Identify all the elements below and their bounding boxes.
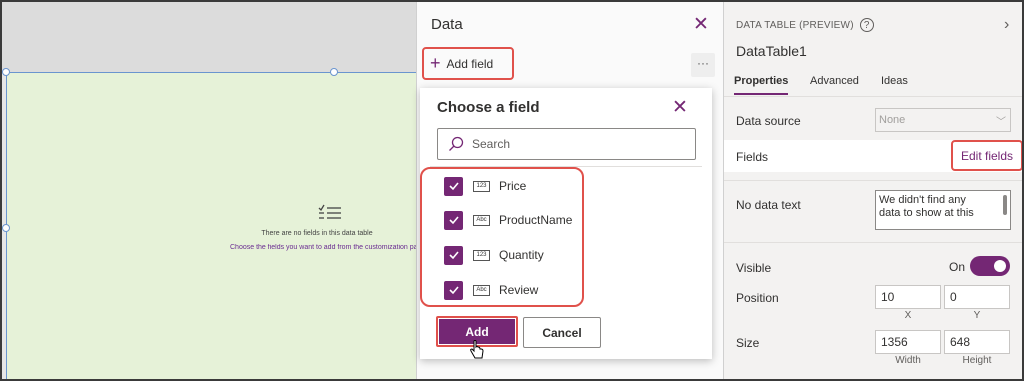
- properties-heading: DATA TABLE (PREVIEW) ?: [736, 18, 874, 32]
- checkbox-checked[interactable]: [444, 280, 463, 300]
- width-caption: Width: [895, 355, 921, 366]
- tab-properties[interactable]: Properties: [734, 75, 788, 87]
- y-caption: Y: [973, 310, 981, 321]
- visible-toggle[interactable]: [970, 256, 1010, 276]
- size-height-input[interactable]: 648: [944, 330, 1010, 354]
- tab-ideas[interactable]: Ideas: [881, 75, 908, 87]
- position-x-input[interactable]: 10: [875, 285, 941, 309]
- divider: [724, 180, 1022, 181]
- chooser-title: Choose a field: [437, 99, 540, 116]
- chevron-down-icon: ﹀: [996, 117, 1006, 128]
- x-caption: X: [904, 310, 912, 321]
- size-label: Size: [736, 336, 760, 350]
- visible-state-label: On: [949, 260, 966, 274]
- height-caption: Height: [962, 355, 992, 366]
- field-label: ProductName: [499, 213, 573, 227]
- number-type-icon: 123: [473, 180, 490, 192]
- data-pane-title: Data: [431, 16, 463, 33]
- field-label: Price: [499, 179, 527, 193]
- add-field-button[interactable]: + Add field: [422, 47, 514, 80]
- canvas-background: [2, 2, 416, 72]
- fields-label: Fields: [736, 150, 769, 164]
- cancel-button[interactable]: Cancel: [523, 317, 601, 348]
- control-name: DataTable1: [736, 43, 807, 59]
- chevron-right-icon[interactable]: ›: [1004, 16, 1009, 34]
- checkbox-checked[interactable]: [444, 176, 463, 196]
- text-type-icon: Abc: [473, 214, 490, 226]
- scrollbar[interactable]: [1003, 195, 1007, 215]
- no-data-text-value: We didn't find any data to show at this: [879, 194, 974, 219]
- search-box[interactable]: [437, 128, 696, 160]
- divider: [724, 242, 1022, 243]
- data-table-control[interactable]: [2, 68, 426, 379]
- empty-table-message: There are no fields in this data table: [261, 230, 373, 237]
- active-tab-indicator: [734, 93, 788, 95]
- control-type-label: DATA TABLE (PREVIEW): [736, 19, 854, 31]
- data-source-value: None: [879, 114, 906, 126]
- field-label: Review: [499, 283, 539, 297]
- more-options-button[interactable]: ···: [691, 53, 715, 77]
- field-label: Quantity: [499, 248, 544, 262]
- checkbox-checked[interactable]: [444, 245, 463, 265]
- data-source-label: Data source: [736, 114, 801, 128]
- no-data-text-label: No data text: [736, 198, 801, 212]
- number-type-icon: 123: [473, 249, 490, 261]
- choose-field-flyout: Choose a field ✕ 123 Price Abc: [420, 88, 712, 359]
- resize-handle-middle-left[interactable]: [2, 224, 10, 232]
- tab-advanced[interactable]: Advanced: [810, 75, 859, 87]
- data-source-dropdown[interactable]: None ﹀: [875, 108, 1011, 132]
- field-item-review[interactable]: Abc Review: [444, 280, 538, 300]
- divider: [724, 96, 1022, 97]
- checkbox-checked[interactable]: [444, 210, 463, 230]
- resize-handle-top-center[interactable]: [330, 68, 338, 76]
- field-item-price[interactable]: 123 Price: [444, 176, 526, 196]
- resize-handle-top-left[interactable]: [2, 68, 10, 76]
- hand-cursor-icon: [470, 340, 484, 360]
- visible-label: Visible: [736, 261, 772, 275]
- search-input[interactable]: [472, 137, 672, 151]
- close-icon[interactable]: ✕: [693, 13, 709, 36]
- field-item-quantity[interactable]: 123 Quantity: [444, 245, 544, 265]
- app-frame: There are no fields in this data table C…: [0, 0, 1024, 381]
- position-y-input[interactable]: 0: [944, 285, 1010, 309]
- add-field-label: Add field: [446, 56, 494, 71]
- search-icon: [448, 136, 464, 152]
- field-item-productname[interactable]: Abc ProductName: [444, 210, 572, 230]
- checklist-icon: [318, 204, 342, 227]
- close-icon[interactable]: ✕: [672, 96, 688, 119]
- empty-table-hint: Choose the fields you want to add from t…: [230, 244, 416, 251]
- size-width-input[interactable]: 1356: [875, 330, 941, 354]
- no-data-text-input[interactable]: We didn't find any data to show at this: [875, 190, 1011, 230]
- position-label: Position: [736, 291, 779, 305]
- toggle-knob: [994, 260, 1006, 272]
- text-type-icon: Abc: [473, 284, 490, 296]
- help-icon[interactable]: ?: [859, 18, 874, 32]
- plus-icon: +: [430, 53, 441, 73]
- properties-pane: DATA TABLE (PREVIEW) ? › DataTable1 Prop…: [723, 2, 1022, 379]
- edit-fields-link[interactable]: Edit fields: [951, 140, 1022, 171]
